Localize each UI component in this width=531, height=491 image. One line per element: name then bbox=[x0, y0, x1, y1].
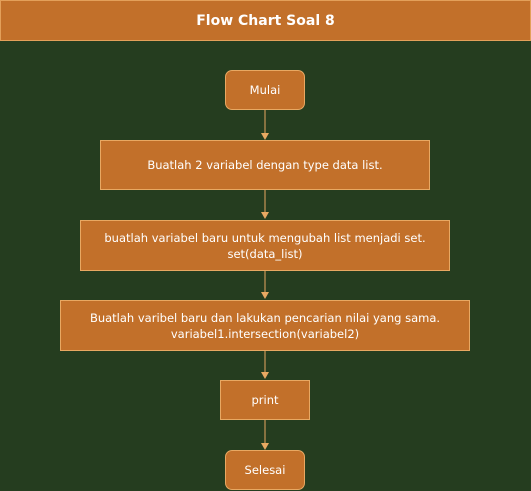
process-print-label: print bbox=[251, 393, 279, 407]
process-print: print bbox=[220, 380, 310, 420]
start-node: Mulai bbox=[225, 70, 305, 110]
end-node: Selesai bbox=[225, 450, 305, 490]
process-intersection-line1: Buatlah varibel baru dan lakukan pencari… bbox=[89, 310, 441, 325]
process-convert-to-set-line1: buatlah variabel baru untuk mengubah lis… bbox=[104, 230, 426, 245]
process-create-lists: Buatlah 2 variabel dengan type data list… bbox=[100, 140, 430, 190]
process-convert-to-set: buatlah variabel baru untuk mengubah lis… bbox=[80, 220, 450, 271]
process-create-lists-label: Buatlah 2 variabel dengan type data list… bbox=[147, 158, 383, 172]
end-node-label: Selesai bbox=[244, 463, 286, 477]
start-node-label: Mulai bbox=[249, 83, 281, 97]
process-convert-to-set-line2: set(data_list) bbox=[227, 246, 303, 261]
process-intersection-line2: variabel1.intersection(variabel2) bbox=[170, 326, 360, 341]
process-intersection: Buatlah varibel baru dan lakukan pencari… bbox=[60, 300, 470, 351]
